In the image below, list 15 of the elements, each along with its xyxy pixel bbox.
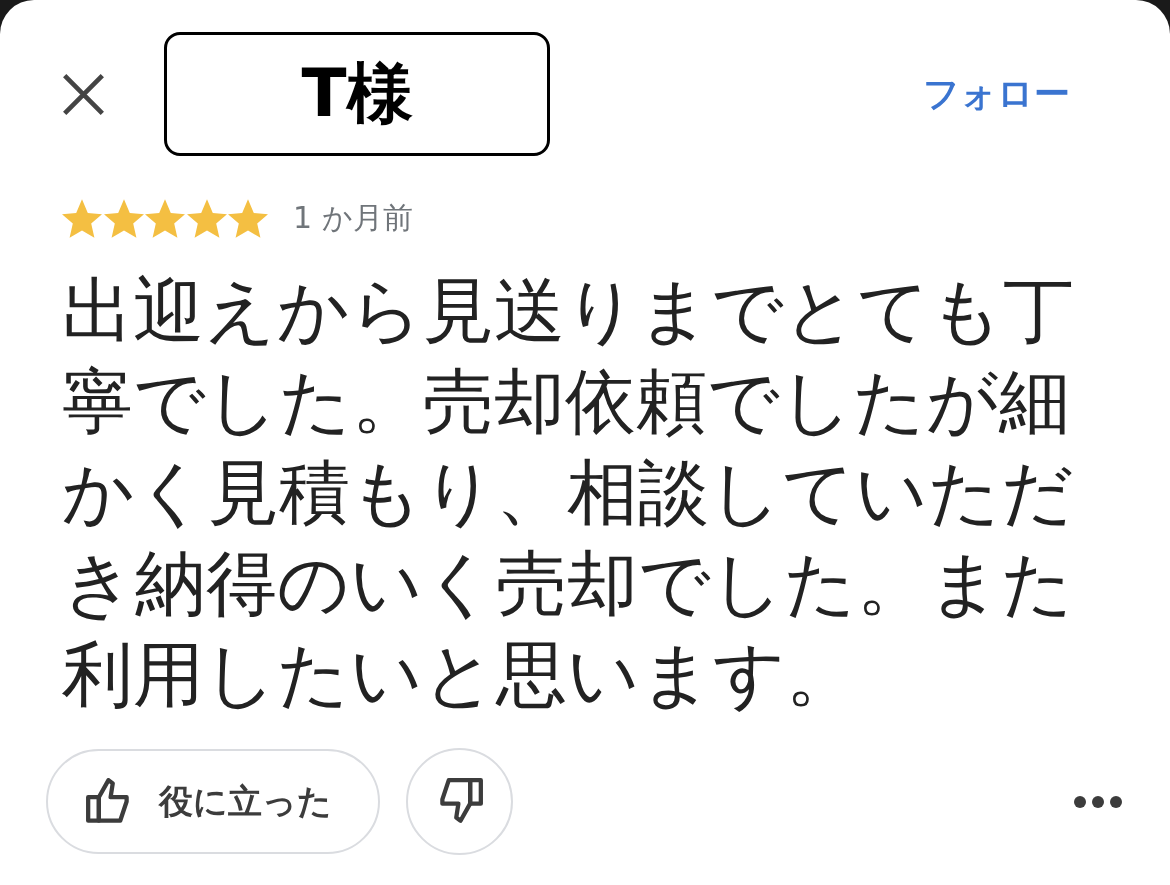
star-icon [228, 198, 268, 238]
close-icon [62, 72, 105, 116]
star-icon [103, 198, 144, 238]
thumbs-up-icon [86, 778, 132, 825]
review-text: 出迎えから見送りまでとても丁寧でした。売却依頼でしたが細かく見積もり、相談していただき納得のいく売却でした。また利用したいと思います。 [62, 268, 1075, 718]
star-icon [62, 198, 102, 238]
not-helpful-button[interactable] [406, 748, 513, 855]
star-icon [186, 198, 227, 238]
reviewer-name: T様 [164, 32, 550, 156]
helpful-button[interactable]: 役に立った [46, 749, 380, 854]
star-icon [145, 198, 185, 238]
review-time: 1 か月前 [293, 198, 413, 237]
follow-button[interactable]: フォロー [911, 61, 1082, 127]
close-button[interactable] [62, 72, 105, 116]
more-icon [1074, 795, 1122, 808]
